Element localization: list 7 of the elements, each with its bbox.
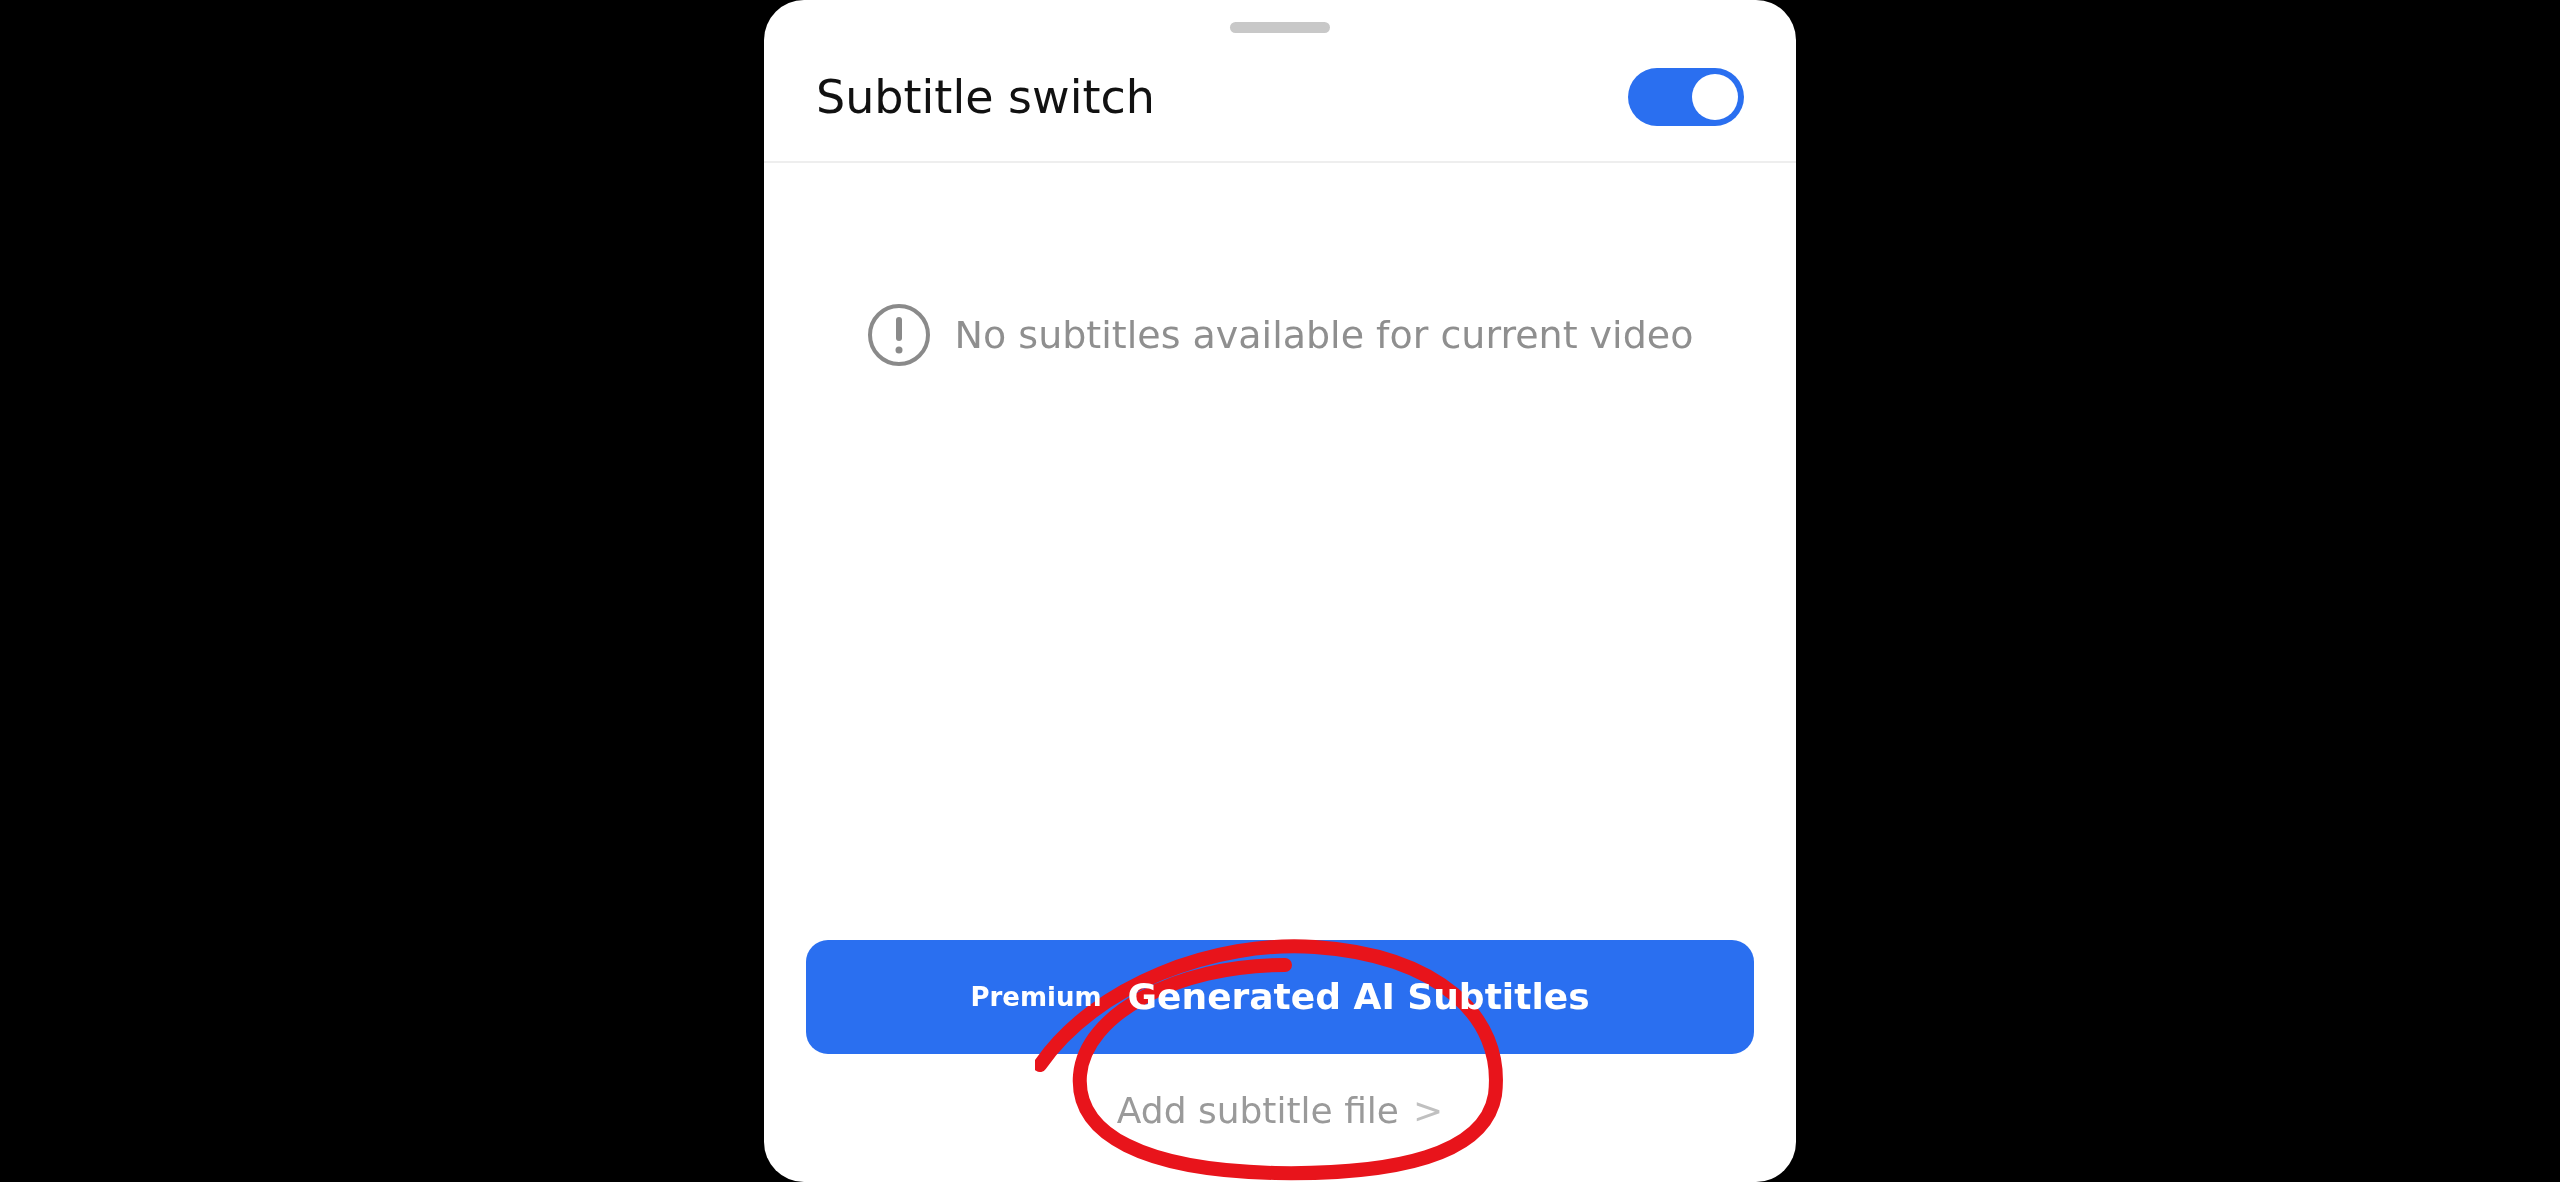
premium-label: Premium (970, 980, 1102, 1014)
info-icon (866, 303, 931, 367)
drag-handle[interactable] (1230, 22, 1330, 33)
sheet-title: Subtitle switch (816, 68, 1155, 126)
subtitle-toggle[interactable] (1628, 68, 1744, 126)
add-subtitle-link[interactable]: Add subtitle file > (1116, 1084, 1444, 1138)
empty-message: No subtitles available for current video (954, 311, 1694, 359)
